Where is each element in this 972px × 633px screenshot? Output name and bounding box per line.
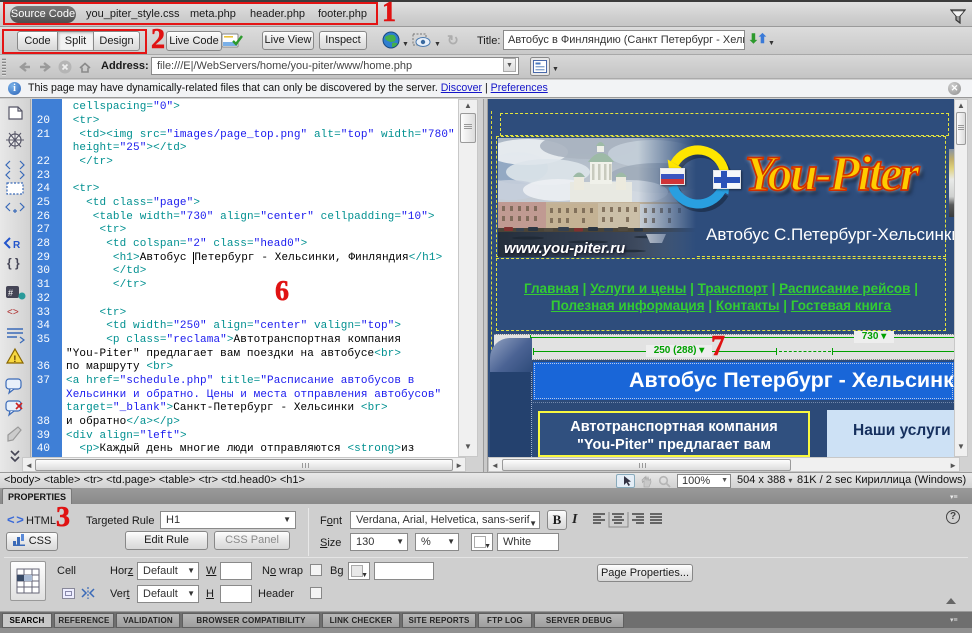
svg-text:R: R bbox=[13, 240, 21, 251]
svg-text:{ }: { } bbox=[7, 256, 20, 270]
svg-text:<>: <> bbox=[7, 307, 19, 318]
svg-text:!: ! bbox=[13, 354, 16, 364]
svg-text:#: # bbox=[8, 288, 13, 298]
